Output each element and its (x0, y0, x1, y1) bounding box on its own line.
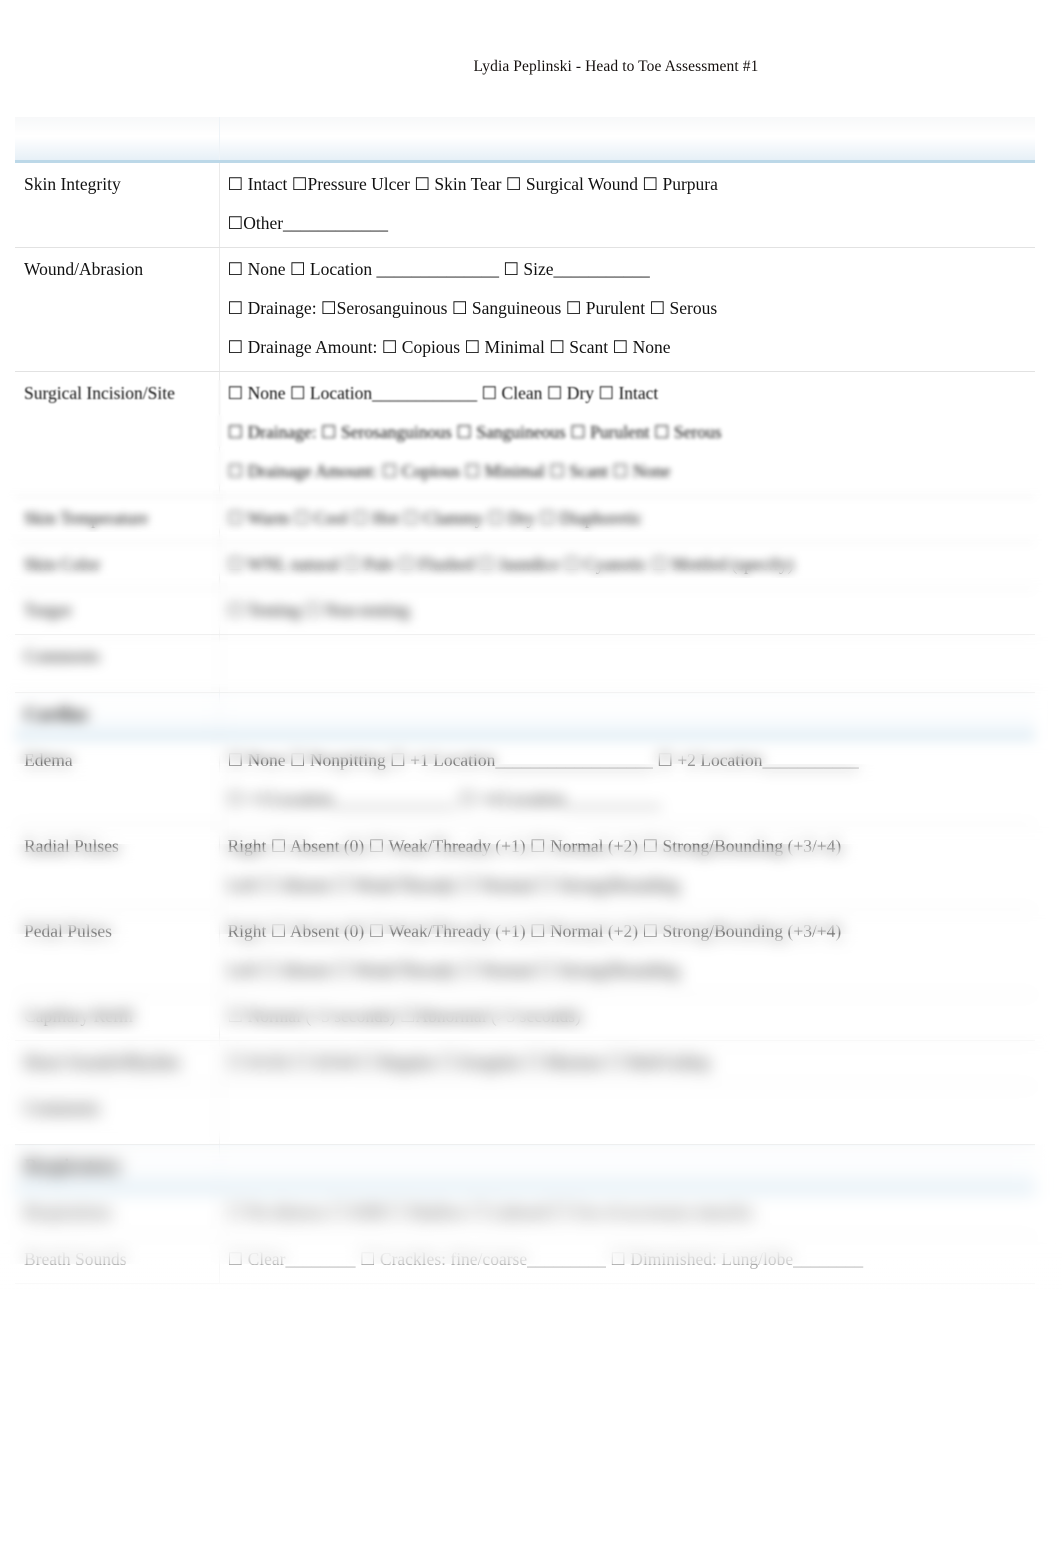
row-label-wound-abrasion: Wound/Abrasion (15, 246, 220, 373)
field-line[interactable]: ☐ S1/S2 ☐ S3/S4 ☐ Regular ☐ Irregular ☐ … (228, 1049, 1030, 1076)
running-header: Lydia Peplinski - Head to Toe Assessment… (0, 58, 1062, 76)
row-label-skin-integrity: Skin Integrity (15, 160, 220, 248)
field-line[interactable]: ☐ None ☐ Location____________ ☐ Clean ☐ … (228, 380, 1030, 407)
field-line[interactable]: ☐ Drainage: ☐ Serosanguinous ☐ Sanguineo… (228, 419, 1030, 446)
table-row: Radial Pulses Right ☐ Absent (0) ☐ Weak/… (15, 823, 1035, 910)
table-row: Skin Temperature ☐ Warm ☐ Cool ☐ Hot ☐ C… (15, 495, 1035, 543)
table-row: Skin Integrity ☐ Intact ☐Pressure Ulcer … (15, 160, 1035, 248)
row-label-comments-cardiac: Comments (15, 1086, 220, 1146)
table-row: Wound/Abrasion ☐ None ☐ Location _______… (15, 246, 1035, 373)
field-line[interactable]: Left ☐ Absent ☐ Weak/Thready ☐ Normal ☐ … (228, 957, 1030, 984)
row-fields-surgical-incision-site[interactable]: ☐ None ☐ Location____________ ☐ Clean ☐ … (219, 371, 1035, 497)
row-fields-skin-temperature[interactable]: ☐ Warm ☐ Cool ☐ Hot ☐ Clammy ☐ Dry ☐ Dia… (219, 495, 1035, 543)
field-line[interactable]: ☐ No distress ☐ SOB ☐ Shallow ☐ Labored … (228, 1200, 1030, 1227)
field-line[interactable]: ☐ Tenting ☐ Non-tenting (228, 597, 1030, 624)
field-line[interactable]: Right ☐ Absent (0) ☐ Weak/Thready (+1) ☐… (228, 833, 1030, 860)
table-body: Skin Integrity ☐ Intact ☐Pressure Ulcer … (15, 117, 1035, 1285)
row-label-edema: Edema (15, 737, 220, 825)
banner-label-cell (15, 117, 220, 163)
row-label-turgor: Turgor (15, 587, 220, 635)
table-row: Capillary Refill ☐ Normal (<3 seconds) ☐… (15, 994, 1035, 1042)
section-title-respiratory: Respiratory (15, 1144, 220, 1192)
row-label-capillary-refill: Capillary Refill (15, 994, 220, 1042)
field-line[interactable]: ☐Other____________ (228, 210, 1030, 237)
row-label-respirations: Respirations (15, 1189, 220, 1238)
field-line[interactable]: ☐ Drainage Amount: ☐ Copious ☐ Minimal ☐… (228, 458, 1030, 485)
row-label-skin-color: Skin Color (15, 541, 220, 589)
table-row: Skin Color ☐ WNL natural ☐ Pale ☐ Flushe… (15, 541, 1035, 589)
table-row: Surgical Incision/Site ☐ None ☐ Location… (15, 371, 1035, 497)
row-label-heart-sounds-rhythm: Heart Sounds/Rhythm (15, 1040, 220, 1088)
section-fields-cardiac (219, 691, 1035, 740)
row-fields-radial-pulses[interactable]: Right ☐ Absent (0) ☐ Weak/Thready (+1) ☐… (219, 823, 1035, 910)
row-fields-heart-sounds-rhythm[interactable]: ☐ S1/S2 ☐ S3/S4 ☐ Regular ☐ Irregular ☐ … (219, 1040, 1035, 1088)
table-row: Pedal Pulses Right ☐ Absent (0) ☐ Weak/T… (15, 908, 1035, 996)
row-fields-capillary-refill[interactable]: ☐ Normal (<3 seconds) ☐Abnormal (>3 seco… (219, 994, 1035, 1042)
row-fields-edema[interactable]: ☐ None ☐ Nonpitting ☐ +1 Location_______… (219, 737, 1035, 825)
field-line[interactable]: ☐ Warm ☐ Cool ☐ Hot ☐ Clammy ☐ Dry ☐ Dia… (228, 505, 1030, 532)
field-line[interactable]: Left ☐ Absent ☐ Weak/Thready ☐ Normal ☐ … (228, 872, 1030, 899)
table-row: Respirations ☐ No distress ☐ SOB ☐ Shall… (15, 1189, 1035, 1238)
row-fields-respirations[interactable]: ☐ No distress ☐ SOB ☐ Shallow ☐ Labored … (219, 1189, 1035, 1238)
table-row: Edema ☐ None ☐ Nonpitting ☐ +1 Location_… (15, 737, 1035, 825)
head-to-toe-assessment-table: Skin Integrity ☐ Intact ☐Pressure Ulcer … (15, 117, 1035, 1285)
row-fields-turgor[interactable]: ☐ Tenting ☐ Non-tenting (219, 587, 1035, 635)
comment-field-cardiac[interactable] (219, 1086, 1035, 1146)
table-row: Heart Sounds/Rhythm ☐ S1/S2 ☐ S3/S4 ☐ Re… (15, 1040, 1035, 1088)
field-line[interactable]: ☐ Clear________ ☐ Crackles: fine/coarse_… (228, 1246, 1030, 1273)
section-fields-respiratory (219, 1144, 1035, 1192)
row-fields-wound-abrasion[interactable]: ☐ None ☐ Location ______________ ☐ Size_… (219, 246, 1035, 373)
comment-field-integumentary[interactable] (219, 633, 1035, 693)
field-line[interactable]: ☐ Drainage Amount: ☐ Copious ☐ Minimal ☐… (228, 334, 1030, 361)
field-line[interactable]: ☐ Normal (<3 seconds) ☐Abnormal (>3 seco… (228, 1003, 1030, 1030)
field-line[interactable]: ☐ Intact ☐Pressure Ulcer ☐ Skin Tear ☐ S… (228, 171, 1030, 198)
field-line[interactable]: Right ☐ Absent (0) ☐ Weak/Thready (+1) ☐… (228, 918, 1030, 945)
row-fields-pedal-pulses[interactable]: Right ☐ Absent (0) ☐ Weak/Thready (+1) ☐… (219, 908, 1035, 996)
banner-fields-cell (219, 117, 1035, 163)
field-line[interactable]: ☐ None ☐ Location ______________ ☐ Size_… (228, 256, 1030, 283)
table-row: Comments (15, 1086, 1035, 1146)
running-header-title: Lydia Peplinski - Head to Toe Assessment… (473, 58, 759, 75)
row-fields-skin-integrity[interactable]: ☐ Intact ☐Pressure Ulcer ☐ Skin Tear ☐ S… (219, 160, 1035, 248)
row-fields-skin-color[interactable]: ☐ WNL natural ☐ Pale ☐ Flushed ☐ Jaundic… (219, 541, 1035, 589)
page-bottom-whitespace (0, 1300, 1062, 1561)
section-header-cardiac: Cardiac (15, 691, 1035, 740)
field-line[interactable]: ☐ +3 Location______________ ☐ +4 Locatio… (228, 786, 1030, 813)
section-header-respiratory: Respiratory (15, 1144, 1035, 1192)
row-label-surgical-incision-site: Surgical Incision/Site (15, 371, 220, 497)
table-banner-row (15, 117, 1035, 163)
table-row: Turgor ☐ Tenting ☐ Non-tenting (15, 587, 1035, 635)
row-label-pedal-pulses: Pedal Pulses (15, 908, 220, 996)
field-line[interactable]: ☐ WNL natural ☐ Pale ☐ Flushed ☐ Jaundic… (228, 551, 1030, 578)
section-title-cardiac: Cardiac (15, 691, 220, 740)
row-label-comments-integumentary: Comments (15, 633, 220, 693)
table-row: Breath Sounds ☐ Clear________ ☐ Crackles… (15, 1236, 1035, 1285)
row-label-radial-pulses: Radial Pulses (15, 823, 220, 910)
table-row: Comments (15, 633, 1035, 693)
field-line[interactable]: ☐ Drainage: ☐Serosanguinous ☐ Sanguineou… (228, 295, 1030, 322)
row-label-skin-temperature: Skin Temperature (15, 495, 220, 543)
row-fields-breath-sounds[interactable]: ☐ Clear________ ☐ Crackles: fine/coarse_… (219, 1236, 1035, 1285)
field-line[interactable]: ☐ None ☐ Nonpitting ☐ +1 Location_______… (228, 747, 1030, 774)
row-label-breath-sounds: Breath Sounds (15, 1236, 220, 1285)
